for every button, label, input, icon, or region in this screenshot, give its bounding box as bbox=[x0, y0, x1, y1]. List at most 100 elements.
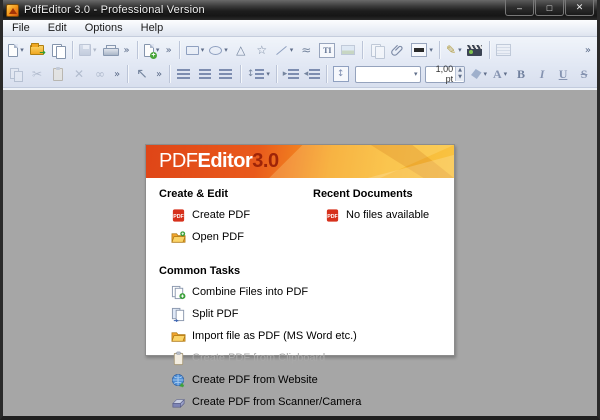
attach-file-button[interactable] bbox=[388, 40, 408, 60]
increase-indent-button[interactable]: ▸ bbox=[281, 64, 301, 84]
align-right-button[interactable] bbox=[216, 64, 236, 84]
create-from-website-link[interactable]: Create PDF from Website bbox=[171, 372, 441, 388]
task-label: Create PDF from Scanner/Camera bbox=[192, 396, 362, 408]
font-family-combo[interactable]: ▾ bbox=[354, 65, 422, 83]
text-box-tool-button[interactable]: TI bbox=[317, 40, 337, 60]
select-pointer-button[interactable]: ↖ bbox=[132, 64, 152, 84]
spinner-arrows[interactable]: ▲ ▼ bbox=[455, 67, 465, 81]
dropdown-icon[interactable]: ▾ bbox=[411, 70, 421, 78]
spin-up-icon[interactable]: ▲ bbox=[456, 67, 465, 74]
pdf-file-icon: PDF bbox=[172, 208, 185, 222]
insert-page-button[interactable]: + ▾ bbox=[142, 40, 162, 60]
create-from-clipboard-link: Create PDF from Clipboard bbox=[171, 350, 441, 366]
new-document-button[interactable]: ▾ bbox=[6, 40, 26, 60]
dropdown-icon[interactable]: ▾ bbox=[429, 46, 433, 54]
menu-edit[interactable]: Edit bbox=[39, 21, 76, 35]
star-tool-button[interactable]: ☆ bbox=[252, 40, 272, 60]
paragraph-settings-button[interactable]: ↕ bbox=[331, 64, 351, 84]
font-size-value: 1,00 pt bbox=[435, 64, 454, 84]
website-globe-icon bbox=[172, 373, 185, 388]
underline-button[interactable]: U bbox=[553, 64, 573, 84]
dropdown-icon[interactable]: ▾ bbox=[504, 70, 508, 78]
workspace: PDFEditor3.0 Create & Edit PDF Create PD… bbox=[3, 88, 597, 416]
freehand-tool-button[interactable]: ≈ bbox=[296, 40, 316, 60]
import-file-link[interactable]: Import file as PDF (MS Word etc.) bbox=[171, 328, 441, 344]
link-button[interactable]: ∞ bbox=[90, 64, 110, 84]
align-center-button[interactable] bbox=[195, 64, 215, 84]
insert-movie-button[interactable] bbox=[465, 40, 485, 60]
close-button[interactable]: ✕ bbox=[565, 0, 594, 16]
toolbar-overflow-chevron[interactable]: » bbox=[163, 45, 175, 56]
paste-special-button[interactable] bbox=[367, 40, 387, 60]
italic-button[interactable]: I bbox=[532, 64, 552, 84]
task-label: Open PDF bbox=[192, 231, 244, 243]
line-width-icon bbox=[411, 43, 428, 57]
menu-file[interactable]: File bbox=[3, 21, 39, 35]
decrease-indent-button[interactable]: ◂ bbox=[302, 64, 322, 84]
separator bbox=[178, 41, 180, 59]
paste-button[interactable] bbox=[48, 64, 68, 84]
delete-button[interactable]: ✕ bbox=[69, 64, 89, 84]
toolbar-row-2: ✂ ✕ ∞ » ↖ » ↕ ▾ ▸ ◂ ↕ ▾ 1,00 pt ▲ ▼ ▾ A … bbox=[5, 62, 595, 86]
combine-files-link[interactable]: Combine Files into PDF bbox=[171, 284, 441, 300]
dropdown-icon[interactable]: ▾ bbox=[224, 46, 228, 54]
save-button[interactable]: ▾ bbox=[77, 40, 99, 60]
font-size-spinner[interactable]: 1,00 pt ▲ ▼ bbox=[425, 64, 466, 84]
form-fields-button[interactable] bbox=[494, 40, 514, 60]
fill-color-button[interactable]: ▾ bbox=[469, 64, 489, 84]
separator bbox=[136, 41, 138, 59]
toolbar-overflow-chevron[interactable]: » bbox=[153, 69, 165, 80]
open-pdf-link[interactable]: Open PDF bbox=[171, 229, 313, 245]
create-from-scanner-link[interactable]: Create PDF from Scanner/Camera bbox=[171, 394, 441, 410]
dropdown-icon[interactable]: ▾ bbox=[458, 46, 462, 54]
bold-button[interactable]: B bbox=[511, 64, 531, 84]
strikethrough-button[interactable]: S bbox=[574, 64, 594, 84]
dropdown-icon[interactable]: ▾ bbox=[484, 70, 488, 78]
minimize-button[interactable]: – bbox=[505, 0, 534, 16]
dropdown-icon[interactable]: ▾ bbox=[266, 70, 270, 78]
cut-button[interactable]: ✂ bbox=[27, 64, 47, 84]
menu-options[interactable]: Options bbox=[76, 21, 132, 35]
split-pdf-link[interactable]: Split PDF bbox=[171, 306, 441, 322]
open-as-copy-button[interactable] bbox=[48, 40, 68, 60]
toolbar-overflow-chevron[interactable]: » bbox=[111, 69, 123, 80]
print-button[interactable] bbox=[100, 40, 120, 60]
highlighter-button[interactable]: ✎ ▾ bbox=[444, 40, 464, 60]
title-bar: PdfEditor 3.0 - Professional Version – □… bbox=[3, 0, 597, 20]
dropdown-icon[interactable]: ▾ bbox=[201, 46, 205, 54]
triangle-tool-button[interactable]: △ bbox=[231, 40, 251, 60]
separator bbox=[325, 65, 327, 83]
align-left-icon bbox=[177, 68, 191, 80]
recent-documents-section: Recent Documents PDF No files available bbox=[313, 186, 441, 251]
line-tool-button[interactable]: ▾ bbox=[273, 40, 296, 60]
font-color-button[interactable]: A ▾ bbox=[490, 64, 510, 84]
rectangle-tool-button[interactable]: ▾ bbox=[184, 40, 207, 60]
pages-copy-icon bbox=[51, 43, 66, 59]
copy-button[interactable] bbox=[6, 64, 26, 84]
new-page-icon bbox=[8, 43, 19, 57]
open-file-button[interactable]: ➜ bbox=[27, 40, 47, 60]
spin-down-icon[interactable]: ▼ bbox=[456, 74, 465, 81]
dropdown-icon[interactable]: ▾ bbox=[290, 46, 294, 54]
line-spacing-button[interactable]: ↕ ▾ bbox=[245, 64, 272, 84]
align-left-button[interactable] bbox=[174, 64, 194, 84]
insert-image-button[interactable] bbox=[338, 40, 358, 60]
toolbar-overflow-chevron[interactable]: » bbox=[121, 45, 133, 56]
line-width-button[interactable]: ▾ bbox=[409, 40, 435, 60]
indent-right-icon: ▸ bbox=[282, 69, 288, 79]
paperclip-icon bbox=[391, 44, 403, 56]
delete-icon: ✕ bbox=[73, 67, 85, 81]
separator bbox=[127, 65, 128, 83]
task-label: Combine Files into PDF bbox=[192, 286, 309, 298]
line-spacing-icon: ↕ bbox=[246, 69, 255, 79]
window-title: PdfEditor 3.0 - Professional Version bbox=[24, 4, 205, 16]
dropdown-icon[interactable]: ▾ bbox=[20, 46, 24, 54]
toolbar-overflow-chevron[interactable]: » bbox=[582, 45, 594, 56]
separator bbox=[239, 65, 241, 83]
dropdown-icon[interactable]: ▾ bbox=[93, 46, 97, 54]
create-pdf-link[interactable]: PDF Create PDF bbox=[171, 207, 313, 223]
menu-help[interactable]: Help bbox=[132, 21, 173, 35]
brand-logo: PDFEditor3.0 bbox=[146, 145, 454, 178]
maximize-button[interactable]: □ bbox=[535, 0, 564, 16]
ellipse-tool-button[interactable]: ▾ bbox=[207, 40, 230, 60]
